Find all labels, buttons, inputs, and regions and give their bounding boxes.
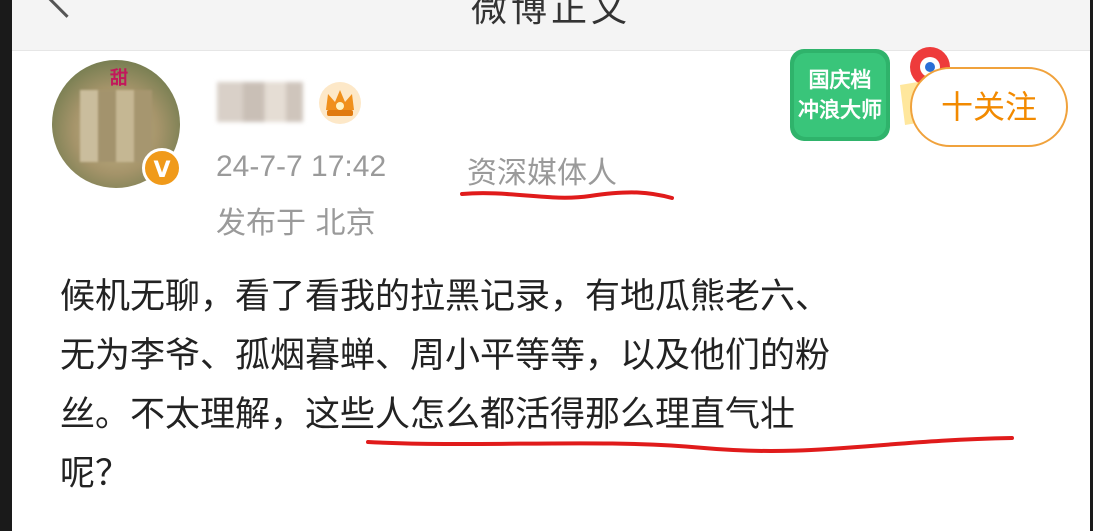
username-blurred[interactable] xyxy=(217,82,303,122)
user-label: 资深媒体人 xyxy=(467,156,617,191)
page-title: 微博正文 xyxy=(470,0,631,30)
follow-button[interactable]: 十关注 xyxy=(910,67,1068,147)
top-nav-bar: 微博正文 xyxy=(12,0,1090,51)
avatar-tag: 甜 xyxy=(110,68,128,89)
post-time: 24-7-7 17:42 xyxy=(216,150,387,183)
post-body-line: 无为李爷、孤烟暮蝉、周小平等等，以及他们的粉 xyxy=(60,336,831,376)
post-body: 候机无聊，看了看我的拉黑记录，有地瓜熊老六、 无为李爷、孤烟暮蝉、周小平等等，以… xyxy=(60,268,1060,504)
post-body-line: 候机无聊，看了看我的拉黑记录，有地瓜熊老六、 xyxy=(60,277,831,317)
promo-badge-line1: 国庆档 xyxy=(809,68,872,92)
weibo-post-card: 微博正文 甜 V 24-7-7 17:42 资深媒体人 发布于 北京 国庆档 冲… xyxy=(12,0,1090,531)
avatar-pixelated-face xyxy=(80,90,152,162)
post-location: 发布于 北京 xyxy=(216,206,376,241)
crown-icon xyxy=(319,82,361,124)
post-body-line: 呢？ xyxy=(60,454,131,494)
promo-badge-line2: 冲浪大师 xyxy=(798,98,882,122)
post-body-line: 丝。不太理解，这些人怎么都活得那么理直气壮 xyxy=(60,395,796,435)
verified-badge-icon: V xyxy=(142,148,182,188)
